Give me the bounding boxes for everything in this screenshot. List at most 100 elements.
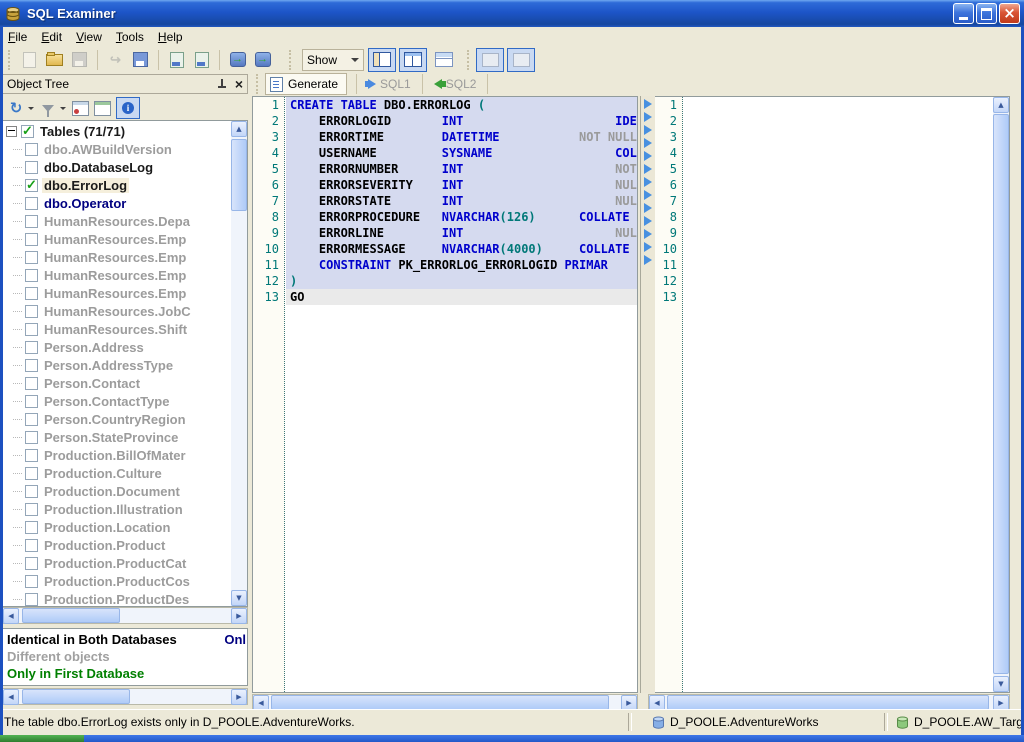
sql2-button[interactable]: SQL2	[428, 74, 483, 94]
tree-item-checkbox[interactable]	[25, 215, 38, 228]
scroll-left-icon[interactable]: ◀	[3, 689, 19, 705]
tree-item-row[interactable]: Production.Illustration	[3, 500, 231, 518]
tree-item-row[interactable]: HumanResources.Emp	[3, 230, 231, 248]
menu-item-edit[interactable]: Edit	[41, 29, 70, 45]
diff-marker-icon[interactable]	[644, 164, 652, 174]
tree-item-checkbox[interactable]	[25, 287, 38, 300]
execute-second-button[interactable]: →	[250, 48, 275, 72]
scroll-left-icon[interactable]: ◀	[3, 608, 19, 624]
sql1-button[interactable]: SQL1	[362, 74, 417, 94]
tree-item-row[interactable]: Production.Document	[3, 482, 231, 500]
diff-marker-icon[interactable]	[644, 177, 652, 187]
diff-marker-icon[interactable]	[644, 255, 652, 265]
tree-item-checkbox[interactable]	[25, 521, 38, 534]
execute-first-button[interactable]: →	[225, 48, 250, 72]
tree-item-checkbox[interactable]	[25, 413, 38, 426]
tree-item-row[interactable]: Production.ProductDes	[3, 590, 231, 607]
compare-option-button[interactable]	[476, 48, 504, 72]
tree-item-checkbox[interactable]	[25, 395, 38, 408]
root-checkbox[interactable]	[21, 125, 34, 138]
tree-item-row[interactable]: Person.Contact	[3, 374, 231, 392]
view-horizontal-split-button[interactable]	[430, 48, 458, 72]
restore-button[interactable]	[976, 3, 997, 24]
scroll-thumb[interactable]	[271, 695, 609, 710]
generate-button[interactable]: Generate	[265, 73, 347, 95]
sql-code-second[interactable]	[684, 97, 993, 692]
menu-item-tools[interactable]: Tools	[116, 29, 152, 45]
tree-item-row[interactable]: HumanResources.Emp	[3, 284, 231, 302]
diff-marker-icon[interactable]	[644, 216, 652, 226]
show-dropdown[interactable]: Show	[302, 49, 364, 71]
save-results-button[interactable]	[128, 48, 153, 72]
tree-item-checkbox[interactable]	[25, 539, 38, 552]
tree-item-checkbox[interactable]	[25, 179, 38, 192]
script-second-button[interactable]	[189, 48, 214, 72]
diff-marker-icon[interactable]	[644, 229, 652, 239]
info-toggle-button[interactable]: i	[116, 97, 140, 119]
tree-item-row[interactable]: Production.BillOfMater	[3, 446, 231, 464]
tree-item-checkbox[interactable]	[25, 467, 38, 480]
tree-item-row[interactable]: Production.Product	[3, 536, 231, 554]
legend-horizontal-scrollbar[interactable]: ◀ ▶	[2, 688, 248, 705]
scroll-right-icon[interactable]: ▶	[231, 689, 247, 705]
view-tree-toggle-button[interactable]	[368, 48, 396, 72]
tree-item-row[interactable]: Person.ContactType	[3, 392, 231, 410]
tree-item-checkbox[interactable]	[25, 449, 38, 462]
tree-item-row[interactable]: Person.Address	[3, 338, 231, 356]
tree-item-row[interactable]: dbo.Operator	[3, 194, 231, 212]
tree-item-checkbox[interactable]	[25, 575, 38, 588]
scroll-right-icon[interactable]: ▶	[231, 608, 247, 624]
refresh-button[interactable]: ↻	[6, 98, 26, 118]
menu-item-file[interactable]: File	[8, 29, 35, 45]
tree-item-checkbox[interactable]	[25, 485, 38, 498]
tree-item-checkbox[interactable]	[25, 269, 38, 282]
scroll-thumb[interactable]	[993, 114, 1009, 674]
tree-item-row[interactable]: Person.StateProvince	[3, 428, 231, 446]
grid-second-button[interactable]	[92, 98, 112, 118]
scroll-thumb[interactable]	[231, 139, 247, 211]
menu-item-view[interactable]: View	[76, 29, 110, 45]
tree-item-row[interactable]: dbo.DatabaseLog	[3, 158, 231, 176]
tree-item-checkbox[interactable]	[25, 197, 38, 210]
tree-item-checkbox[interactable]	[25, 377, 38, 390]
pane2-vertical-scrollbar[interactable]: ▲ ▼	[993, 97, 1009, 692]
tree-item-row[interactable]: Production.Location	[3, 518, 231, 536]
script-first-button[interactable]	[164, 48, 189, 72]
start-button-edge[interactable]	[0, 735, 84, 742]
diff-marker-icon[interactable]	[644, 190, 652, 200]
pin-icon[interactable]	[216, 79, 227, 90]
panel-close-icon[interactable]: ×	[235, 78, 243, 90]
scroll-up-icon[interactable]: ▲	[231, 121, 247, 137]
tree-item-row[interactable]: HumanResources.Emp	[3, 248, 231, 266]
tree-item-checkbox[interactable]	[25, 503, 38, 516]
tree-item-row[interactable]: Person.CountryRegion	[3, 410, 231, 428]
collapse-icon[interactable]	[6, 126, 17, 137]
grid-first-button[interactable]	[70, 98, 90, 118]
tree-vertical-scrollbar[interactable]: ▲ ▼	[231, 121, 247, 606]
diff-marker-icon[interactable]	[644, 203, 652, 213]
tree-root-row[interactable]: Tables (71/71)	[3, 122, 231, 140]
tree-item-row[interactable]: Production.Culture	[3, 464, 231, 482]
diff-marker-icon[interactable]	[644, 99, 652, 109]
scroll-down-icon[interactable]: ▼	[231, 590, 247, 606]
tree-item-row[interactable]: dbo.ErrorLog	[3, 176, 231, 194]
tree-item-row[interactable]: Person.AddressType	[3, 356, 231, 374]
close-button[interactable]: ×	[999, 3, 1020, 24]
diff-marker-icon[interactable]	[644, 138, 652, 148]
diff-marker-icon[interactable]	[644, 112, 652, 122]
refresh-dropdown-icon[interactable]	[28, 107, 34, 110]
tree-item-checkbox[interactable]	[25, 161, 38, 174]
tree-horizontal-scrollbar[interactable]: ◀ ▶	[2, 607, 248, 624]
new-button[interactable]	[17, 48, 42, 72]
tree-item-row[interactable]: HumanResources.Shift	[3, 320, 231, 338]
open-button[interactable]	[42, 48, 67, 72]
tree-item-checkbox[interactable]	[25, 341, 38, 354]
tree-item-row[interactable]: HumanResources.JobC	[3, 302, 231, 320]
scroll-thumb[interactable]	[667, 695, 989, 710]
filter-button[interactable]	[38, 98, 58, 118]
scroll-down-icon[interactable]: ▼	[993, 676, 1009, 692]
tree-item-row[interactable]: Production.ProductCat	[3, 554, 231, 572]
tree-item-checkbox[interactable]	[25, 233, 38, 246]
scroll-thumb[interactable]	[22, 689, 130, 704]
diff-marker-icon[interactable]	[644, 125, 652, 135]
